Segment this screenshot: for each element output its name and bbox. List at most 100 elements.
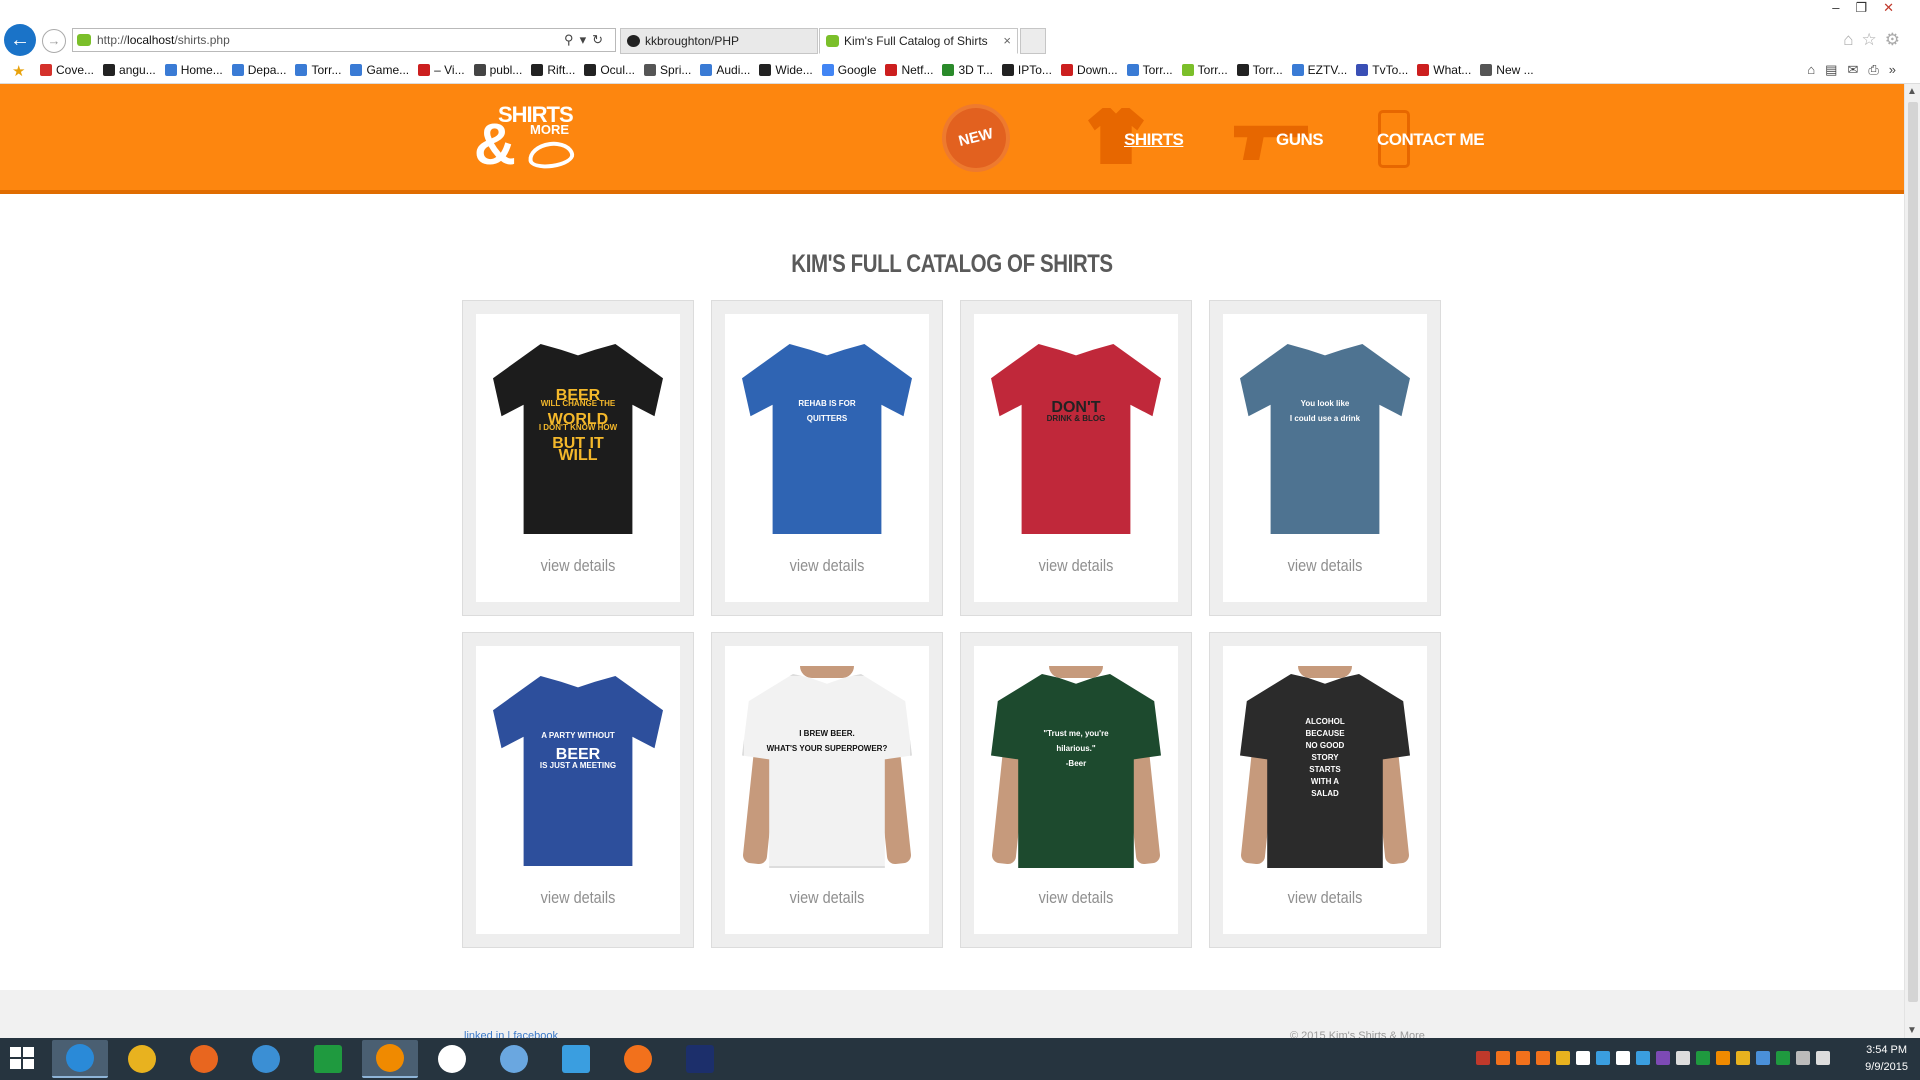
favorite-item[interactable]: Torr... <box>1181 63 1228 77</box>
product-card[interactable]: I BREW BEER. WHAT'S YOUR SUPERPOWER? view … <box>711 632 943 948</box>
network-icon[interactable] <box>1596 1051 1610 1065</box>
address-actions[interactable]: ⚲▾↻ <box>564 32 609 48</box>
favorite-item[interactable]: Audi... <box>700 63 750 77</box>
home-icon[interactable]: ⌂ <box>1843 30 1861 49</box>
shirt-image[interactable]: You look like I could use a drink <box>1240 344 1410 534</box>
scroll-down-icon[interactable]: ▼ <box>1907 1025 1917 1036</box>
favorite-item[interactable]: Torr... <box>295 63 341 77</box>
taskbar-photoshop-button[interactable] <box>672 1040 728 1078</box>
close-tab-icon[interactable]: × <box>1003 29 1011 53</box>
scroll-up-icon[interactable]: ▲ <box>1907 86 1917 97</box>
forward-button[interactable]: → <box>42 29 66 53</box>
window-controls[interactable]: –❐✕ <box>1832 0 1910 16</box>
favorite-item[interactable]: New ... <box>1480 63 1534 77</box>
taskbar-eye-button[interactable] <box>424 1040 480 1078</box>
browser-tools[interactable]: ⌂☆⚙ <box>1843 30 1908 50</box>
favorite-item[interactable]: Netf... <box>885 63 933 77</box>
social-links[interactable]: linked in | facebook <box>464 1030 558 1038</box>
home-icon[interactable]: ⌂ <box>1807 62 1825 77</box>
favorite-item[interactable]: Spri... <box>644 63 691 77</box>
tab-github[interactable]: kkbroughton/PHP <box>620 28 818 54</box>
favorite-item[interactable]: What... <box>1417 63 1471 77</box>
favorite-item[interactable]: Torr... <box>1236 63 1283 77</box>
vlc-icon[interactable] <box>1716 1051 1730 1065</box>
view-details-link[interactable]: view details <box>1238 888 1411 908</box>
clock[interactable]: 3:54 PM 9/9/2015 <box>1865 1042 1908 1076</box>
favorite-item[interactable]: EZTV... <box>1291 63 1347 77</box>
network-status-icon[interactable] <box>1796 1051 1810 1065</box>
new-tab-button[interactable] <box>1020 28 1046 54</box>
refresh-icon[interactable]: ↻ <box>592 32 609 47</box>
product-card[interactable]: DON'T DRINK & BLOG view details <box>960 300 1192 616</box>
url-text[interactable]: http://localhost/shirts.php <box>97 33 230 47</box>
steam-icon[interactable] <box>1756 1051 1770 1065</box>
drive-icon[interactable] <box>1556 1051 1570 1065</box>
new-badge[interactable]: NEW <box>939 101 1013 175</box>
taskbar-chrome-button[interactable] <box>114 1040 170 1078</box>
product-card[interactable]: You look like I could use a drink view det… <box>1209 300 1441 616</box>
xampp-icon[interactable] <box>1516 1051 1530 1065</box>
taskbar-store-button[interactable] <box>300 1040 356 1078</box>
search-icon[interactable]: ⚲ <box>564 32 580 47</box>
feeds-icon[interactable]: ▤ <box>1825 62 1847 77</box>
favorite-item[interactable]: publ... <box>473 63 522 77</box>
windows-icon[interactable] <box>1576 1051 1590 1065</box>
favorites-star-icon[interactable]: ☆ <box>1862 30 1885 49</box>
close-window-icon[interactable]: ✕ <box>1883 0 1910 15</box>
xampp-icon[interactable] <box>1536 1051 1550 1065</box>
adobe-icon[interactable] <box>1476 1051 1490 1065</box>
favorite-item[interactable]: Rift... <box>531 63 575 77</box>
favorite-item[interactable]: angu... <box>103 63 156 77</box>
favorite-item[interactable]: Game... <box>350 63 409 77</box>
volume-icon[interactable] <box>1816 1051 1830 1065</box>
nav-contact[interactable]: CONTACT ME <box>1377 130 1485 150</box>
add-favorite-icon[interactable]: ★ <box>12 62 25 80</box>
restore-icon[interactable]: ❐ <box>1855 0 1883 15</box>
nav-shirts[interactable]: SHIRTS <box>1124 130 1184 150</box>
taskbar-firefox-button[interactable] <box>176 1040 232 1078</box>
taskbar-xampp-button[interactable] <box>610 1040 666 1078</box>
taskbar-ie-button[interactable] <box>52 1040 108 1078</box>
vertical-scrollbar[interactable]: ▲ ▼ <box>1904 84 1920 1038</box>
product-card[interactable]: REHAB IS FOR QUITTERS view details <box>711 300 943 616</box>
xampp-icon[interactable] <box>1496 1051 1510 1065</box>
settings-gear-icon[interactable]: ⚙ <box>1885 30 1908 49</box>
product-card[interactable]: A PARTY WITHOUT BEER IS JUST A MEETING view… <box>462 632 694 948</box>
back-button[interactable]: ← <box>4 24 36 56</box>
app-icon[interactable] <box>1656 1051 1670 1065</box>
taskbar-network-button[interactable] <box>486 1040 542 1078</box>
view-details-link[interactable]: view details <box>989 888 1162 908</box>
taskbar-vlc-button[interactable] <box>362 1040 418 1078</box>
system-tray[interactable] <box>1476 1051 1830 1065</box>
view-details-link[interactable]: view details <box>1238 556 1411 576</box>
favorite-item[interactable]: Torr... <box>1126 63 1173 77</box>
cloud-icon[interactable] <box>1676 1051 1690 1065</box>
taskbar-brackets-button[interactable] <box>548 1040 604 1078</box>
view-details-link[interactable]: view details <box>491 556 664 576</box>
product-card[interactable]: ALCOHOL BECAUSE NO GOOD STORY STARTS WITH A SA… <box>1209 632 1441 948</box>
favorite-item[interactable]: Cove... <box>40 63 94 77</box>
favorite-item[interactable]: IPTo... <box>1001 63 1052 77</box>
dropdown-icon[interactable]: ▾ <box>580 32 593 47</box>
shirt-image[interactable]: A PARTY WITHOUT BEER IS JUST A MEETING <box>493 676 663 866</box>
shirt-image[interactable]: "Trust me, you're hilarious." -Beer <box>991 666 1161 868</box>
favorite-item[interactable]: Down... <box>1060 63 1118 77</box>
minimize-icon[interactable]: – <box>1832 0 1855 15</box>
taskbar-computer-button[interactable] <box>238 1040 294 1078</box>
command-bar[interactable]: ⌂▤✉⎙» <box>1807 62 1906 78</box>
favorite-item[interactable]: Depa... <box>231 63 286 77</box>
print-icon[interactable]: ⎙ <box>1868 62 1888 77</box>
favorite-item[interactable]: Home... <box>164 63 223 77</box>
eye-icon[interactable] <box>1616 1051 1630 1065</box>
site-logo[interactable]: SHIRTS & MORE <box>474 102 584 180</box>
favorite-item[interactable]: – Vi... <box>418 63 465 77</box>
view-details-link[interactable]: view details <box>740 888 913 908</box>
view-details-link[interactable]: view details <box>491 888 664 908</box>
app-icon[interactable] <box>1696 1051 1710 1065</box>
favorite-item[interactable]: Ocul... <box>584 63 635 77</box>
view-details-link[interactable]: view details <box>989 556 1162 576</box>
address-bar[interactable]: http://localhost/shirts.php ⚲▾↻ <box>72 28 616 52</box>
app-icon[interactable] <box>1776 1051 1790 1065</box>
chevron-right-icon[interactable]: » <box>1889 62 1906 77</box>
start-button[interactable] <box>10 1047 36 1071</box>
